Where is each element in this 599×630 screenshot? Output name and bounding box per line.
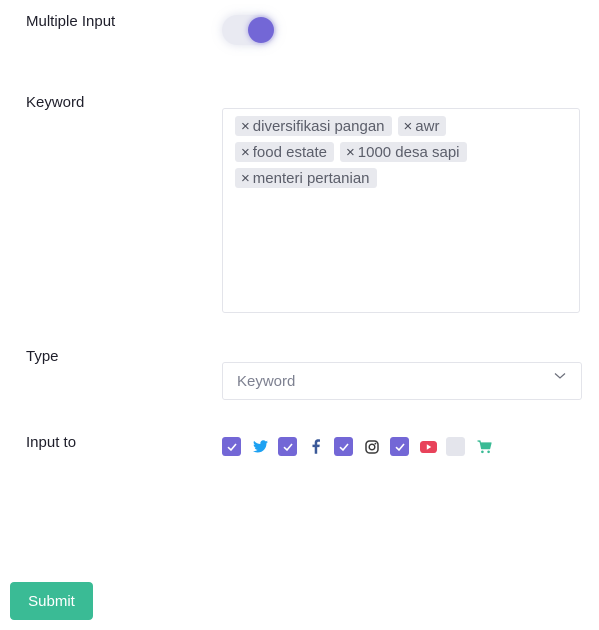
instagram-checkbox[interactable]: [334, 437, 353, 456]
check-icon: [226, 442, 237, 451]
keyword-tag: × food estate: [235, 142, 334, 162]
twitter-checkbox[interactable]: [222, 437, 241, 456]
keyword-tag-list: × diversifikasi pangan × awr × food estate …: [235, 116, 505, 188]
youtube-icon: [419, 438, 437, 456]
submit-button[interactable]: Submit: [10, 582, 93, 620]
keyword-tag-text: menteri pertanian: [252, 169, 370, 187]
youtube-checkbox[interactable]: [390, 437, 409, 456]
instagram-icon: [363, 438, 381, 456]
keyword-tag: × 1000 desa sapi: [340, 142, 467, 162]
facebook-checkbox[interactable]: [278, 437, 297, 456]
type-select[interactable]: Keyword: [222, 362, 582, 400]
remove-tag-icon[interactable]: ×: [404, 118, 413, 135]
cart-icon: [475, 438, 493, 456]
keyword-tag: × awr: [397, 116, 447, 136]
facebook-icon: [307, 438, 325, 456]
remove-tag-icon[interactable]: ×: [241, 118, 250, 135]
multiple-input-toggle[interactable]: [222, 15, 276, 45]
check-icon: [394, 442, 405, 451]
keyword-tag-text: 1000 desa sapi: [357, 143, 460, 161]
keyword-tags-input[interactable]: × diversifikasi pangan × awr × food estate …: [222, 108, 580, 313]
keyword-tag-text: awr: [415, 117, 440, 135]
keyword-label: Keyword: [26, 94, 85, 111]
keyword-tag-text: food estate: [252, 143, 327, 161]
keyword-tag-text: diversifikasi pangan: [252, 117, 385, 135]
check-icon: [338, 442, 349, 451]
remove-tag-icon[interactable]: ×: [346, 144, 355, 161]
chevron-down-icon: [554, 373, 566, 379]
keyword-tag: × menteri pertanian: [235, 168, 377, 188]
keyword-tag: × diversifikasi pangan: [235, 116, 392, 136]
remove-tag-icon[interactable]: ×: [241, 144, 250, 161]
check-icon: [282, 442, 293, 451]
input-to-label: Input to: [26, 434, 77, 451]
multiple-input-label: Multiple Input: [26, 13, 116, 30]
twitter-icon: [251, 438, 269, 456]
marketplace-checkbox[interactable]: [446, 437, 465, 456]
type-label: Type: [26, 348, 59, 365]
input-to-options: [222, 437, 502, 456]
remove-tag-icon[interactable]: ×: [241, 170, 250, 187]
type-select-value: Keyword: [237, 372, 296, 390]
toggle-knob: [248, 17, 274, 43]
